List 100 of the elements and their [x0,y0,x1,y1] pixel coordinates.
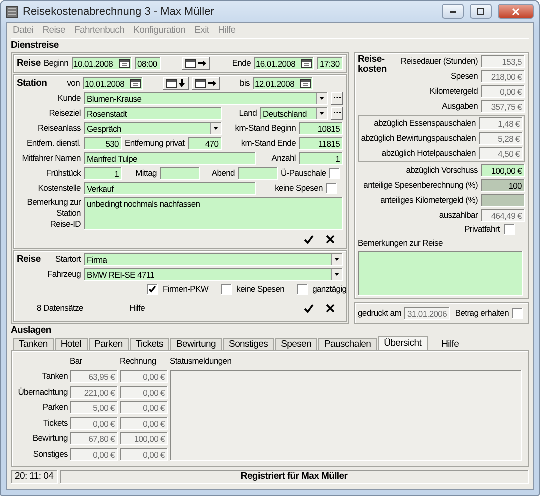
calendar-arrow-icon [185,59,208,68]
remarks-text-area[interactable] [358,251,523,296]
checkbox[interactable] [220,284,232,295]
tab[interactable]: Parken [88,338,129,350]
field-label: Beginn [44,57,69,70]
calendar-icon[interactable] [301,59,312,68]
amount-field: 221,00 € [70,386,118,398]
minimize-button[interactable] [442,4,464,19]
field-label: Bemerkung zur Station [26,197,81,219]
confirm-button[interactable] [304,234,314,244]
amount-field: 0,00 € [120,370,168,383]
amount-field: 218,00 € [481,70,525,83]
text-field[interactable]: Rosenstadt [84,107,222,120]
maximize-button[interactable] [470,4,492,19]
amount-field: 63,95 € [70,370,118,383]
dropdown-field[interactable]: Gespräch [84,122,222,135]
field-label: Kilometergeld [428,85,478,98]
tab[interactable]: Bewirtung [170,338,222,350]
dropdown-arrow-icon[interactable] [316,93,327,104]
time-field[interactable]: 17:30 [317,57,343,70]
tab[interactable]: Pauschalen [318,338,378,350]
close-icon [326,304,335,312]
calendar-arrow-button[interactable] [182,57,210,70]
checkbox[interactable] [329,168,340,179]
amount-field: 0,00 € [70,416,118,430]
number-field[interactable]: 530 [84,137,122,150]
text-field[interactable]: Manfred Tulpe [84,152,256,165]
field-label: Startort [54,253,81,266]
calendar-icon[interactable] [130,79,141,88]
checkbox[interactable] [512,308,523,318]
number-field[interactable]: 1 [84,167,122,180]
help-link[interactable]: Hilfe [436,339,464,350]
check-icon [304,234,314,244]
amount-field[interactable]: 100,00 € [481,164,525,177]
field-label: Spesen [450,70,478,83]
time-field[interactable]: 08:00 [134,57,161,70]
checkbox[interactable] [504,224,515,235]
number-field[interactable]: 1 [299,152,343,165]
more-button[interactable] [331,107,343,120]
tab[interactable]: Hotel [54,338,88,350]
field-label: Reiseziel [48,107,81,120]
field-label: Ausgaben [441,100,478,113]
field-label: Mittag [134,167,157,180]
date-field[interactable]: 16.01.2008 [254,57,314,70]
group-label: Reise [17,254,41,265]
confirm-button[interactable] [304,304,314,312]
tab[interactable]: Tanken [13,338,54,350]
calendar-arrow-button[interactable] [192,77,220,90]
row-label: Übernachtung [17,386,68,398]
dropdown-field[interactable]: Firma [84,253,343,266]
close-button[interactable] [498,4,534,19]
calendar-down-button[interactable] [163,77,190,90]
group-label: Reise-kosten [358,55,388,75]
number-field[interactable]: 470 [188,137,222,150]
field-label: km-Stand Beginn [234,122,296,135]
calendar-icon[interactable] [300,79,311,88]
amount-field: 0,00 € [120,448,168,460]
calendar-icon[interactable] [118,59,130,68]
field-label: Ü-Pauschale [281,167,326,180]
dropdown-arrow-icon[interactable] [331,254,342,265]
dropdown-arrow-icon[interactable] [331,269,342,280]
checkbox[interactable] [326,183,337,194]
status-message: Registriert für Max Müller [60,470,529,484]
checkbox-label: Privatfahrt [464,223,500,236]
field-label: abzüglich Vorschuss [405,164,478,177]
text-field[interactable]: Verkauf [84,182,256,195]
tab[interactable]: Tickets [130,338,170,350]
ellipsis-icon [334,97,340,100]
dropdown-field[interactable]: Blumen-Krause [84,92,328,105]
amount-field: 153,5 [481,55,525,68]
number-field[interactable] [160,167,200,180]
date-field[interactable]: 12.01.2008 [253,77,313,90]
remark-text-area[interactable]: unbedingt nochmals nachfassen [84,197,343,230]
cancel-button[interactable] [326,234,335,244]
help-link[interactable]: Hilfe [130,302,146,314]
number-field[interactable]: 10815 [299,122,343,135]
tab[interactable]: Übersicht [378,336,428,350]
tab[interactable]: Sonstiges [223,338,274,350]
section-heading: Auslagen [11,324,52,337]
dropdown-field[interactable]: Deutschland [260,107,328,120]
row-label: Sonstiges [32,448,68,460]
tab[interactable]: Spesen [275,338,318,350]
dropdown-arrow-icon[interactable] [316,108,327,119]
amount-field: 0,00 € [70,448,118,460]
dropdown-arrow-icon[interactable] [210,123,221,134]
field-label: Bemerkungen zur Reise [358,237,444,250]
field-label: Entfernung privat [125,137,185,150]
dropdown-field[interactable]: BMW REI-SE 4711 [84,268,343,281]
checkbox[interactable] [147,284,158,295]
check-icon [304,304,314,312]
date-field[interactable]: 10.01.2008 [72,57,132,70]
checkbox-label: Betrag erhalten [454,306,509,320]
number-field[interactable] [238,167,278,180]
column-header: Rechnung [120,354,158,368]
number-field[interactable]: 11815 [299,137,343,150]
cancel-button[interactable] [326,304,335,312]
checkbox[interactable] [296,284,308,295]
more-button[interactable] [331,92,343,105]
date-field[interactable]: 10.01.2008 [83,77,143,90]
ellipsis-icon [334,112,340,115]
